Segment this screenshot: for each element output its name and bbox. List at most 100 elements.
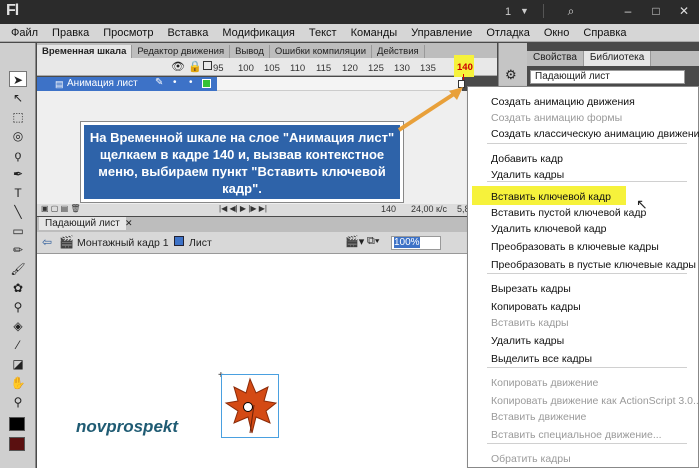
subselection-tool-icon[interactable]: ↖ (9, 90, 27, 106)
mouse-cursor-icon: ↖ (636, 196, 648, 212)
menu-item[interactable]: Создать анимацию движения (491, 96, 635, 108)
menu-item[interactable]: Выделить все кадры (491, 353, 592, 365)
tools-panel: ➤ ↖ ⬚ ◎ ϙ ✒ T ╲ ▭ ✏ 🖌 ✿ ⚲ ◈ ⁄ ◪ ✋ ⚲ (0, 43, 36, 468)
library-document-select[interactable]: Падающий лист (530, 70, 685, 84)
ruler-label: 120 (342, 63, 358, 74)
line-tool-icon[interactable]: ╲ (9, 204, 27, 220)
menu-text[interactable]: Текст (302, 27, 344, 39)
menu-item[interactable]: Копировать кадры (491, 301, 581, 313)
menu-separator (487, 443, 687, 444)
menu-item[interactable]: Удалить кадры (491, 335, 564, 347)
menu-debug[interactable]: Отладка (479, 27, 536, 39)
menu-control[interactable]: Управление (404, 27, 479, 39)
zoom-field[interactable]: 100% (391, 236, 441, 250)
tab-properties[interactable]: Свойства (527, 51, 584, 66)
text-tool-icon[interactable]: T (9, 185, 27, 201)
bone-tool-icon[interactable]: ⚲ (9, 299, 27, 315)
menu-item[interactable]: Преобразовать в пустые ключевые кадры (491, 259, 696, 271)
workspace-selector[interactable]: 1 (505, 6, 511, 18)
menu-item-insert-keyframe[interactable]: Вставить ключевой кадр (491, 191, 611, 203)
ruler-label: 110 (290, 63, 306, 74)
visibility-dot[interactable]: • (173, 77, 177, 88)
menu-modify[interactable]: Модификация (215, 27, 302, 39)
eraser-tool-icon[interactable]: ◪ (9, 356, 27, 372)
ruler-label: 130 (394, 63, 410, 74)
menu-item[interactable]: Вставить пустой ключевой кадр (491, 207, 646, 219)
pencil-tool-icon[interactable]: ✏ (9, 242, 27, 258)
pencil-icon[interactable]: ✎ (155, 77, 163, 88)
eye-icon[interactable]: 👁 (171, 60, 185, 73)
tab-output[interactable]: Вывод (230, 45, 270, 58)
lasso-tool-icon[interactable]: ϙ (9, 147, 27, 163)
menu-item[interactable]: Удалить кадры (491, 169, 564, 181)
menu-item[interactable]: Преобразовать в ключевые кадры (491, 241, 659, 253)
new-layer-icon[interactable]: ▣ ▢ ▤ 🗑 (41, 204, 81, 213)
tab-library[interactable]: Библиотека (583, 51, 652, 66)
playhead-label[interactable]: 140 (457, 62, 473, 73)
right-panel-tabs: Свойства Библиотека (527, 51, 699, 66)
menu-item[interactable]: Вырезать кадры (491, 283, 571, 295)
lock-icon[interactable]: 🔒 (188, 60, 202, 73)
layer-icon: ▤ (55, 79, 64, 89)
menu-file[interactable]: Файл (4, 27, 45, 39)
back-arrow-icon[interactable]: ⇦ (42, 235, 52, 249)
menu-help[interactable]: Справка (576, 27, 633, 39)
scene-icon: 🎬 (59, 235, 74, 249)
edit-symbols-icon[interactable]: ⧉▾ (367, 235, 379, 248)
outline-icon[interactable] (203, 61, 212, 70)
title-bar: Fl 1 ▼ ⌕ – □ ✕ (0, 0, 699, 24)
breadcrumb-symbol[interactable]: Лист (189, 237, 212, 249)
app-logo: Fl (6, 2, 19, 19)
close-tab-icon[interactable]: ✕ (125, 218, 133, 229)
ruler-label: 135 (420, 63, 436, 74)
menu-view[interactable]: Просмотр (96, 27, 160, 39)
paint-bucket-tool-icon[interactable]: ◈ (9, 318, 27, 334)
menu-window[interactable]: Окно (537, 27, 577, 39)
free-transform-tool-icon[interactable]: ⬚ (9, 109, 27, 125)
hand-tool-icon[interactable]: ✋ (9, 375, 27, 391)
lock-dot[interactable]: • (189, 77, 193, 88)
menu-item: Создать анимацию формы (491, 112, 623, 124)
chevron-down-icon[interactable]: ▼ (520, 6, 529, 16)
close-icon[interactable]: ✕ (673, 4, 695, 18)
current-frame: 140 (381, 204, 397, 214)
menu-item[interactable]: Удалить ключевой кадр (491, 223, 607, 235)
tab-timeline[interactable]: Временная шкала (37, 45, 133, 58)
layer-row[interactable]: ▤ Анимация лист ✎ • • (37, 77, 217, 91)
symbol-icon (174, 236, 184, 246)
breadcrumb-scene[interactable]: Монтажный кадр 1 (77, 237, 169, 249)
layer-color-box[interactable] (202, 79, 211, 88)
callout-arrow (397, 87, 463, 132)
menu-separator (487, 367, 687, 368)
tab-compiler-errors[interactable]: Ошибки компиляции (270, 45, 373, 58)
deco-tool-icon[interactable]: ✿ (9, 280, 27, 296)
edit-bar: ⇦ 🎬 Монтажный кадр 1 Лист 🎬▾ ⧉▾ 100% (37, 232, 497, 254)
search-icon[interactable]: ⌕ (560, 4, 582, 18)
menu-insert[interactable]: Вставка (160, 27, 215, 39)
pen-tool-icon[interactable]: ✒ (9, 166, 27, 182)
rectangle-tool-icon[interactable]: ▭ (9, 223, 27, 239)
playback-controls[interactable]: |◀ ◀| ▶ |▶ ▶| (219, 204, 267, 213)
brush-tool-icon[interactable]: 🖌 (9, 261, 27, 277)
properties-icon[interactable]: ⚙ (505, 67, 517, 83)
maximize-icon[interactable]: □ (645, 4, 667, 18)
transform-point-icon[interactable] (243, 402, 253, 412)
menu-commands[interactable]: Команды (344, 27, 405, 39)
eyedropper-tool-icon[interactable]: ⁄ (9, 337, 27, 353)
menu-separator (487, 143, 687, 144)
selection-tool-icon[interactable]: ➤ (9, 71, 27, 87)
stroke-color-swatch[interactable] (9, 417, 25, 431)
document-tabs: Падающий лист ✕ (37, 217, 497, 232)
tab-document[interactable]: Падающий лист (39, 217, 126, 230)
tab-motion-editor[interactable]: Редактор движения (132, 45, 231, 58)
3d-rotation-tool-icon[interactable]: ◎ (9, 128, 27, 144)
menu-item[interactable]: Создать классическую анимацию движения (491, 128, 699, 140)
menu-edit[interactable]: Правка (45, 27, 96, 39)
instruction-callout: На Временной шкале на слое "Анимация лис… (80, 121, 404, 203)
minimize-icon[interactable]: – (617, 4, 639, 18)
fill-color-swatch[interactable] (9, 437, 25, 451)
menu-item[interactable]: Добавить кадр (491, 153, 563, 165)
tab-actions[interactable]: Действия (372, 45, 425, 58)
edit-scene-icon[interactable]: 🎬▾ (345, 235, 364, 248)
zoom-tool-icon[interactable]: ⚲ (9, 394, 27, 410)
